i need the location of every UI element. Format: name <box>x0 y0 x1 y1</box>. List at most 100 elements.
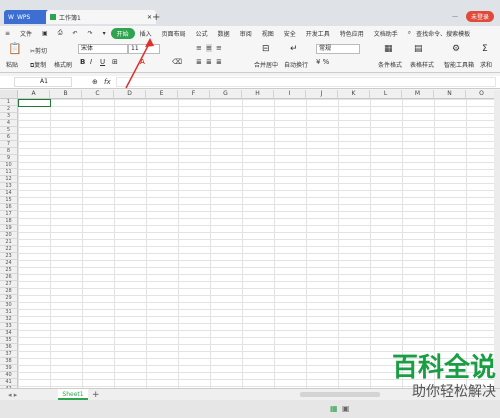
row-header[interactable]: 39 <box>0 365 18 372</box>
row-header[interactable]: 28 <box>0 288 18 295</box>
cut-button[interactable]: ✂剪切 <box>30 46 47 55</box>
row-header[interactable]: 31 <box>0 309 18 316</box>
vertical-scrollbar[interactable] <box>494 90 500 388</box>
print-icon[interactable]: ⎙ <box>53 29 68 37</box>
sum-button[interactable]: 求和 <box>480 60 492 69</box>
column-header[interactable]: A <box>18 90 50 98</box>
paste-icon[interactable]: 📋 <box>8 42 22 55</box>
select-all-corner[interactable] <box>0 90 18 98</box>
fx-icon[interactable]: fx <box>104 78 111 86</box>
row-header[interactable]: 36 <box>0 344 18 351</box>
align-bottom-icon[interactable]: ≡ <box>216 44 222 52</box>
command-search[interactable]: 查找命令、搜索模板 <box>416 29 475 38</box>
wrap-text-button[interactable]: 自动换行 <box>284 60 308 69</box>
currency-icon[interactable]: ¥ % <box>316 58 329 66</box>
copy-button[interactable]: ⧉复制 <box>30 60 46 70</box>
row-header[interactable]: 11 <box>0 169 18 176</box>
row-header[interactable]: 7 <box>0 141 18 148</box>
column-header[interactable]: D <box>114 90 146 98</box>
row-header[interactable]: 41 <box>0 379 18 386</box>
row-header[interactable]: 13 <box>0 183 18 190</box>
align-middle-icon[interactable]: ≡ <box>206 44 212 52</box>
column-header[interactable]: J <box>306 90 338 98</box>
format-painter-button[interactable]: 格式刷 <box>54 60 72 69</box>
menu-start[interactable]: 开始 <box>110 27 135 39</box>
cell-area[interactable] <box>18 99 494 388</box>
column-header[interactable]: K <box>338 90 370 98</box>
row-header[interactable]: 21 <box>0 239 18 246</box>
sheet-nav-icon[interactable]: ◂ ▸ <box>8 391 17 399</box>
sheet-tab-sheet1[interactable]: Sheet1 <box>58 389 88 400</box>
undo-icon[interactable]: ↶ <box>68 30 83 37</box>
page-view-icon[interactable]: ▣ <box>342 404 350 413</box>
row-header[interactable]: 6 <box>0 134 18 141</box>
merge-center-button[interactable]: 合并居中 <box>254 60 278 69</box>
minimize-icon[interactable]: — <box>452 13 458 20</box>
column-header[interactable]: I <box>274 90 306 98</box>
paste-button[interactable]: 粘贴 <box>6 60 18 69</box>
workbook-tab[interactable]: 工作簿1 ✕ <box>46 10 156 24</box>
zoom-icon[interactable]: ⊕ <box>92 78 98 86</box>
new-tab-button[interactable]: + <box>152 12 160 23</box>
wps-home-tab[interactable]: W WPS <box>4 10 50 24</box>
column-header[interactable]: E <box>146 90 178 98</box>
menu-insert[interactable]: 插入 <box>135 29 157 38</box>
align-center-icon[interactable]: ≣ <box>206 58 212 66</box>
row-header[interactable]: 1 <box>0 99 18 106</box>
row-header[interactable]: 3 <box>0 113 18 120</box>
row-header[interactable]: 8 <box>0 148 18 155</box>
add-sheet-button[interactable]: + <box>92 390 100 400</box>
row-header[interactable]: 33 <box>0 323 18 330</box>
row-header[interactable]: 37 <box>0 351 18 358</box>
row-header[interactable]: 26 <box>0 274 18 281</box>
redo-icon[interactable]: ↷ <box>83 30 98 37</box>
column-header[interactable]: L <box>370 90 402 98</box>
clear-format-icon[interactable]: ⌫ <box>172 58 182 66</box>
more-icon[interactable]: ▾ <box>98 30 111 37</box>
row-header[interactable]: 25 <box>0 267 18 274</box>
font-name-select[interactable]: 宋体 <box>78 44 128 54</box>
number-format-select[interactable]: 常规 <box>316 44 360 54</box>
formula-input[interactable] <box>116 77 496 87</box>
row-header[interactable]: 2 <box>0 106 18 113</box>
row-header[interactable]: 23 <box>0 253 18 260</box>
menu-special[interactable]: 特色应用 <box>335 29 369 38</box>
row-header[interactable]: 10 <box>0 162 18 169</box>
row-header[interactable]: 17 <box>0 211 18 218</box>
column-header[interactable]: B <box>50 90 82 98</box>
row-header[interactable]: 24 <box>0 260 18 267</box>
align-top-icon[interactable]: ≡ <box>196 44 202 52</box>
column-header[interactable]: M <box>402 90 434 98</box>
row-header[interactable]: 4 <box>0 120 18 127</box>
column-header[interactable]: G <box>210 90 242 98</box>
menu-view[interactable]: 视图 <box>257 29 279 38</box>
name-box[interactable]: A1 <box>14 77 72 87</box>
horizontal-scrollbar[interactable] <box>300 392 380 397</box>
font-size-select[interactable]: 11 <box>128 44 160 54</box>
column-header[interactable]: F <box>178 90 210 98</box>
save-icon[interactable]: ▣ <box>37 30 53 37</box>
table-style-button[interactable]: 表格样式 <box>410 60 434 69</box>
row-header[interactable]: 12 <box>0 176 18 183</box>
bold-icon[interactable]: B <box>80 58 85 66</box>
row-header[interactable]: 16 <box>0 204 18 211</box>
column-header[interactable]: N <box>434 90 466 98</box>
row-header[interactable]: 20 <box>0 232 18 239</box>
search-icon[interactable]: ⌕ <box>403 29 416 37</box>
font-color-icon[interactable]: A <box>140 58 145 66</box>
menu-review[interactable]: 审阅 <box>235 29 257 38</box>
menu-page-layout[interactable]: 页面布局 <box>157 29 191 38</box>
italic-icon[interactable]: I <box>90 58 92 66</box>
row-header[interactable]: 32 <box>0 316 18 323</box>
column-header[interactable]: C <box>82 90 114 98</box>
row-header[interactable]: 38 <box>0 358 18 365</box>
login-button[interactable]: 未登录 <box>465 11 494 22</box>
row-header[interactable]: 14 <box>0 190 18 197</box>
row-header[interactable]: 35 <box>0 337 18 344</box>
row-header[interactable]: 40 <box>0 372 18 379</box>
cond-format-button[interactable]: 条件格式 <box>378 60 402 69</box>
column-header[interactable]: O <box>466 90 494 98</box>
row-header[interactable]: 22 <box>0 246 18 253</box>
row-header[interactable]: 19 <box>0 225 18 232</box>
menu-security[interactable]: 安全 <box>279 29 301 38</box>
